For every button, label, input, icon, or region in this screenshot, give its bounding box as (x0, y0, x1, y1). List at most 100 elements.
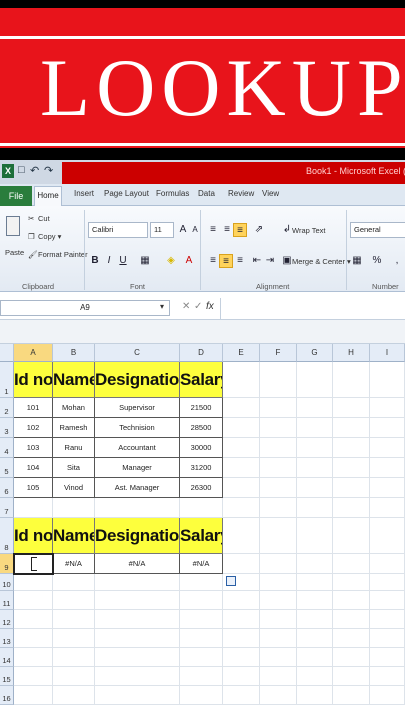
cell-d12[interactable] (180, 610, 223, 629)
cell-a13[interactable] (14, 629, 53, 648)
cell-i2[interactable] (370, 398, 405, 418)
cell-c7[interactable] (95, 498, 180, 518)
cell-f13[interactable] (260, 629, 297, 648)
cell-c8[interactable]: Designation (95, 518, 180, 554)
cell-e8[interactable] (223, 518, 260, 554)
cell-i15[interactable] (370, 667, 405, 686)
cell-g13[interactable] (297, 629, 333, 648)
row-header-2[interactable]: 2 (0, 398, 14, 418)
cell-e2[interactable] (223, 398, 260, 418)
cell-b11[interactable] (53, 591, 95, 610)
cell-f8[interactable] (260, 518, 297, 554)
cell-f1[interactable] (260, 362, 297, 398)
cell-a12[interactable] (14, 610, 53, 629)
cell-h4[interactable] (333, 438, 370, 458)
cell-h2[interactable] (333, 398, 370, 418)
copy-button[interactable]: Copy ▾ (38, 232, 61, 241)
cell-g2[interactable] (297, 398, 333, 418)
tab-insert[interactable]: Insert (74, 189, 94, 198)
cell-i4[interactable] (370, 438, 405, 458)
cell-i11[interactable] (370, 591, 405, 610)
cell-i14[interactable] (370, 648, 405, 667)
cell-b6[interactable]: Vinod (53, 478, 95, 498)
insert-function-icon[interactable]: fx (206, 301, 214, 312)
cell-b7[interactable] (53, 498, 95, 518)
row-header-11[interactable]: 11 (0, 591, 14, 610)
wrap-text-button[interactable]: Wrap Text (292, 226, 326, 235)
spreadsheet-grid[interactable]: A B C D E F G H I 1 2 3 4 5 6 7 8 9 10 11 12 13 14 15 16 Id no Nam… (0, 344, 405, 720)
column-header-i[interactable]: I (370, 344, 405, 362)
tab-review[interactable]: Review (228, 189, 254, 198)
borders-icon[interactable]: ▦ (138, 254, 152, 268)
name-box[interactable]: A9 (0, 300, 170, 316)
cell-g1[interactable] (297, 362, 333, 398)
cell-b12[interactable] (53, 610, 95, 629)
cell-d1[interactable]: Salary (180, 362, 223, 398)
cell-h6[interactable] (333, 478, 370, 498)
cell-b14[interactable] (53, 648, 95, 667)
cell-f16[interactable] (260, 686, 297, 705)
cell-g14[interactable] (297, 648, 333, 667)
cell-i12[interactable] (370, 610, 405, 629)
cell-g5[interactable] (297, 458, 333, 478)
cell-g8[interactable] (297, 518, 333, 554)
cell-a7[interactable] (14, 498, 53, 518)
cell-c6[interactable]: Ast. Manager (95, 478, 180, 498)
cell-d16[interactable] (180, 686, 223, 705)
tab-page-layout[interactable]: Page Layout (104, 189, 149, 198)
column-header-d[interactable]: D (180, 344, 223, 362)
cell-a5[interactable]: 104 (14, 458, 53, 478)
row-header-6[interactable]: 6 (0, 478, 14, 498)
cell-a15[interactable] (14, 667, 53, 686)
cell-f11[interactable] (260, 591, 297, 610)
bold-icon[interactable]: B (88, 254, 102, 268)
cell-h11[interactable] (333, 591, 370, 610)
cell-d8[interactable]: Salary (180, 518, 223, 554)
underline-icon[interactable]: U (116, 254, 130, 268)
decrease-indent-icon[interactable]: ⇤ (250, 254, 264, 268)
cell-e15[interactable] (223, 667, 260, 686)
select-all-corner[interactable] (0, 344, 14, 362)
scissors-icon[interactable]: ✂ (28, 214, 34, 223)
cell-g10[interactable] (297, 574, 333, 591)
cell-e14[interactable] (223, 648, 260, 667)
cell-i5[interactable] (370, 458, 405, 478)
cell-g6[interactable] (297, 478, 333, 498)
cell-b3[interactable]: Ramesh (53, 418, 95, 438)
font-size-select[interactable]: 11 (150, 222, 174, 238)
cell-i7[interactable] (370, 498, 405, 518)
cell-d15[interactable] (180, 667, 223, 686)
cut-button[interactable]: Cut (38, 214, 50, 223)
cell-f12[interactable] (260, 610, 297, 629)
cell-d13[interactable] (180, 629, 223, 648)
cell-a10[interactable] (14, 574, 53, 591)
tab-home[interactable]: Home (34, 186, 62, 207)
paste-options-icon[interactable] (226, 576, 236, 586)
cell-h7[interactable] (333, 498, 370, 518)
cell-a2[interactable]: 101 (14, 398, 53, 418)
cell-d11[interactable] (180, 591, 223, 610)
cell-c11[interactable] (95, 591, 180, 610)
cell-h10[interactable] (333, 574, 370, 591)
cell-i8[interactable] (370, 518, 405, 554)
cell-f14[interactable] (260, 648, 297, 667)
paste-icon[interactable] (6, 216, 20, 236)
cell-i9[interactable] (370, 554, 405, 574)
increase-indent-icon[interactable]: ⇥ (263, 254, 277, 268)
cell-h3[interactable] (333, 418, 370, 438)
cell-a11[interactable] (14, 591, 53, 610)
row-header-8[interactable]: 8 (0, 518, 14, 554)
cell-h8[interactable] (333, 518, 370, 554)
cell-e12[interactable] (223, 610, 260, 629)
cell-f2[interactable] (260, 398, 297, 418)
cell-e7[interactable] (223, 498, 260, 518)
row-header-7[interactable]: 7 (0, 498, 14, 518)
column-header-b[interactable]: B (53, 344, 95, 362)
cell-i13[interactable] (370, 629, 405, 648)
cell-c16[interactable] (95, 686, 180, 705)
cell-d5[interactable]: 31200 (180, 458, 223, 478)
cell-f4[interactable] (260, 438, 297, 458)
cell-h1[interactable] (333, 362, 370, 398)
undo-icon[interactable]: ↶ (30, 164, 39, 177)
cell-d14[interactable] (180, 648, 223, 667)
